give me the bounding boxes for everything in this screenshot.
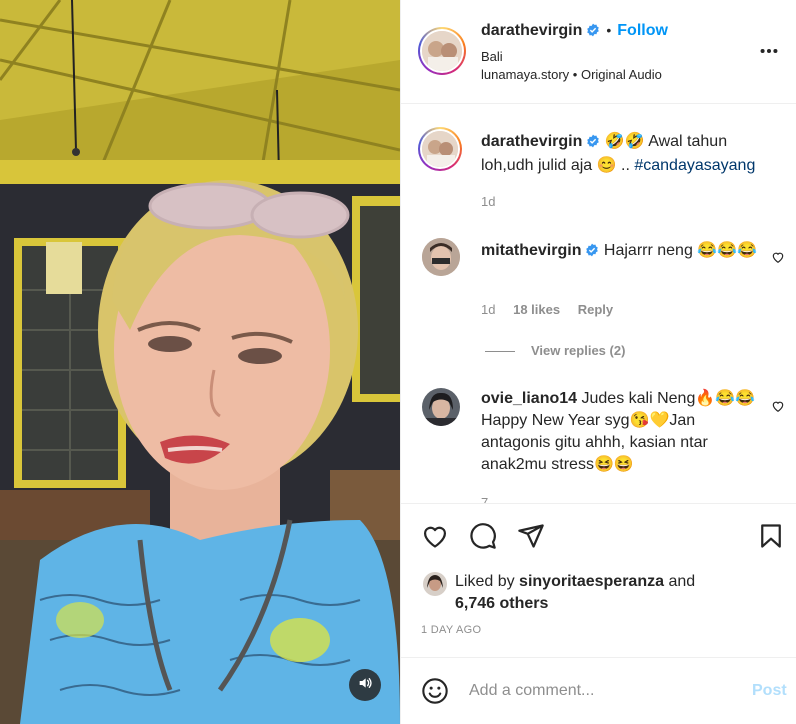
- view-replies-label: View replies (2): [531, 343, 626, 358]
- share-icon[interactable]: [517, 522, 545, 555]
- post-author-username[interactable]: darathevirgin: [481, 22, 582, 39]
- caption-time[interactable]: 1d: [481, 194, 495, 209]
- sound-toggle-button[interactable]: [349, 669, 381, 701]
- comment-input[interactable]: [469, 678, 739, 704]
- avatar[interactable]: [418, 27, 466, 75]
- verified-badge-icon: [586, 23, 600, 42]
- add-comment-bar: Post: [401, 657, 796, 724]
- sound-on-icon: [357, 675, 373, 696]
- liked-by-user[interactable]: sinyoritaesperanza: [519, 573, 664, 590]
- caption-username[interactable]: darathevirgin: [481, 133, 582, 150]
- caption-hashtag[interactable]: #candayasayang: [634, 157, 755, 174]
- verified-badge-icon: [585, 242, 599, 264]
- post-location[interactable]: Bali: [481, 49, 503, 64]
- commenter-avatar[interactable]: [422, 238, 460, 276]
- reply-button[interactable]: Reply: [578, 302, 613, 317]
- verified-badge-icon: [586, 133, 600, 155]
- audio-separator: •: [572, 67, 578, 82]
- video-frame: [0, 0, 400, 724]
- view-replies-toggle[interactable]: View replies (2): [485, 343, 625, 358]
- caption-emoji: 🤣🤣: [604, 133, 645, 150]
- liked-by-prefix: Liked by: [455, 573, 515, 590]
- comment-time[interactable]: 1d: [481, 302, 495, 317]
- post-panel: darathevirgin • Follow Bali lunamaya.story…: [400, 0, 796, 724]
- audio-user-link[interactable]: lunamaya.story: [481, 67, 569, 82]
- audio-attribution: lunamaya.story • Original Audio: [481, 67, 662, 82]
- commenter-avatar[interactable]: [422, 388, 460, 426]
- post-header: darathevirgin • Follow Bali lunamaya.story…: [401, 0, 796, 104]
- comment-username[interactable]: mitathevirgin: [481, 242, 581, 259]
- audio-label-link[interactable]: Original Audio: [581, 67, 662, 82]
- liked-by-and: and: [668, 573, 696, 590]
- liked-by-avatar[interactable]: [423, 572, 447, 596]
- comment-icon[interactable]: [469, 522, 497, 555]
- more-options-icon[interactable]: [758, 40, 780, 67]
- heart-icon[interactable]: [421, 522, 449, 555]
- comment-username[interactable]: ovie_liano14: [481, 390, 577, 407]
- like-comment-heart-icon[interactable]: [771, 399, 785, 418]
- post-media[interactable]: [0, 0, 400, 724]
- follow-button[interactable]: Follow: [617, 22, 668, 39]
- post-comment-button[interactable]: Post: [752, 682, 787, 700]
- emoji-icon[interactable]: [421, 677, 449, 710]
- comment-likes[interactable]: 18 likes: [513, 302, 560, 317]
- liked-by-text: Liked by sinyoritaesperanza and 6,746 ot…: [455, 571, 695, 615]
- likes-count[interactable]: 6,746 others: [455, 595, 548, 612]
- comment-meta: 1d 18 likes Reply: [481, 302, 613, 317]
- post-timestamp[interactable]: 1 DAY AGO: [421, 624, 481, 636]
- comment-text: Hajarrr neng 😂😂😂: [603, 242, 758, 259]
- comment-meta-partial: 7: [481, 495, 489, 503]
- save-icon[interactable]: [757, 522, 785, 555]
- comments-list[interactable]: darathevirgin 🤣🤣 Awal tahun loh,udh juli…: [401, 105, 796, 503]
- caption-avatar[interactable]: [418, 127, 462, 171]
- post-actions: Liked by sinyoritaesperanza and 6,746 ot…: [401, 503, 796, 657]
- like-comment-heart-icon[interactable]: [771, 250, 785, 269]
- header-separator: •: [606, 22, 612, 38]
